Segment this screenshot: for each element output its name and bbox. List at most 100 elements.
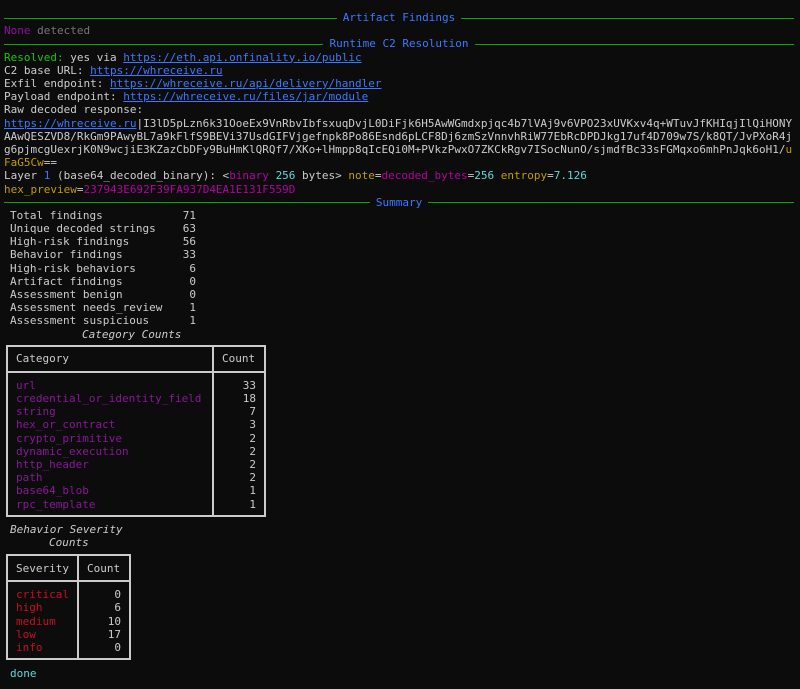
section-title-runtime-c2: Runtime C2 Resolution bbox=[329, 37, 469, 51]
hex-preview-line: hex_preview=237943E692F39FA937D4EA1E131F… bbox=[4, 183, 794, 196]
payload-line: Payload endpoint: https://whreceive.ru/f… bbox=[4, 90, 794, 103]
detected-text: detected bbox=[30, 24, 91, 38]
summary-label: High-risk behaviors bbox=[10, 261, 136, 275]
table-row: rpc_template 1 bbox=[7, 497, 265, 516]
table-row: path 2 bbox=[7, 471, 265, 485]
summary-label: Assessment benign bbox=[10, 288, 123, 301]
c2-base-url-link[interactable]: https://whreceive.ru bbox=[90, 64, 222, 77]
category-name: dynamic_execution bbox=[16, 444, 129, 458]
category-name: base64_blob bbox=[16, 484, 89, 498]
summary-row: Total findings 71 bbox=[4, 209, 794, 222]
category-name: credential_or_identity_field bbox=[16, 391, 202, 405]
column-header-count: Count bbox=[212, 345, 265, 373]
category-count: 18 bbox=[212, 391, 265, 406]
severity-name: low bbox=[16, 627, 36, 641]
summary-row: High-risk behaviors 6 bbox=[4, 262, 794, 275]
done-status: done bbox=[10, 667, 37, 681]
summary-row: Assessment benign 0 bbox=[4, 288, 794, 301]
note-eq: = bbox=[374, 169, 382, 183]
payload-url-link[interactable]: https://whreceive.ru/files/jar/module bbox=[123, 90, 368, 103]
table-row: base64_blob 1 bbox=[7, 484, 265, 498]
layer-bytes-word: bytes> bbox=[295, 169, 349, 183]
summary-value: 0 bbox=[189, 274, 196, 288]
section-rule-artifact-findings: Artifact Findings bbox=[4, 11, 794, 24]
table-row: http_header 2 bbox=[7, 457, 265, 472]
raw-response-url-link[interactable]: https://whreceive.ru bbox=[4, 117, 136, 130]
table-row: high 6 bbox=[7, 601, 130, 615]
c2-base-label: C2 base URL: bbox=[4, 63, 91, 77]
summary-row: Artifact findings 0 bbox=[4, 275, 794, 288]
category-count: 2 bbox=[212, 431, 265, 445]
severity-count: 10 bbox=[76, 614, 130, 628]
raw-response-body: https://whreceive.ru|I3lD5pLzn6k31OoeEx9… bbox=[4, 116, 793, 170]
summary-value: 1 bbox=[189, 301, 196, 315]
table-header-row: Category Count bbox=[7, 345, 265, 373]
note-number: 256 bbox=[474, 169, 495, 183]
resolved-prefix: yes via bbox=[63, 50, 124, 64]
severity-count: 6 bbox=[76, 601, 130, 615]
exfil-url-link[interactable]: https://whreceive.ru/api/delivery/handle… bbox=[110, 77, 382, 90]
column-header-severity: Severity bbox=[7, 555, 78, 583]
category-name: hex_or_contract bbox=[16, 418, 116, 432]
rule-line bbox=[461, 17, 794, 19]
category-name: path bbox=[16, 471, 43, 485]
note-label: note bbox=[348, 169, 375, 183]
category-count: 33 bbox=[212, 371, 265, 392]
exfil-line: Exfil endpoint: https://whreceive.ru/api… bbox=[4, 77, 794, 90]
layer-space bbox=[269, 169, 276, 182]
summary-value: 1 bbox=[189, 314, 196, 328]
category-name: crypto_primitive bbox=[16, 431, 122, 445]
severity-caption-line2: Counts bbox=[49, 536, 89, 549]
table-row: hex_or_contract 3 bbox=[7, 418, 265, 432]
artifact-status-line: None detected bbox=[4, 24, 794, 37]
severity-count: 0 bbox=[76, 581, 130, 602]
summary-label: Assessment suspicious bbox=[10, 314, 150, 328]
category-name: http_header bbox=[16, 457, 89, 471]
section-title-summary: Summary bbox=[375, 195, 423, 209]
layer-desc: (base64_decoded_binary): < bbox=[50, 169, 230, 183]
severity-name: info bbox=[16, 641, 43, 655]
summary-value: 33 bbox=[182, 248, 196, 262]
section-rule-runtime-c2: Runtime C2 Resolution bbox=[4, 37, 795, 51]
category-name: rpc_template bbox=[16, 497, 96, 511]
column-header-category: Category bbox=[7, 345, 213, 373]
summary-value: 0 bbox=[189, 288, 196, 301]
entropy-value: 7.126 bbox=[553, 169, 587, 183]
summary-value: 63 bbox=[182, 222, 196, 236]
resolved-url-link[interactable]: https://eth.api.onfinality.io/public bbox=[123, 51, 361, 64]
none-label: None bbox=[4, 24, 31, 38]
layer-binary: binary bbox=[229, 169, 269, 183]
summary-row: Assessment suspicious 1 bbox=[4, 314, 794, 327]
category-name: string bbox=[16, 405, 56, 419]
payload-label: Payload endpoint: bbox=[4, 90, 124, 104]
rule-line bbox=[428, 202, 795, 204]
summary-value: 6 bbox=[189, 261, 196, 275]
layer-bytes-num: 256 bbox=[275, 169, 296, 183]
table-row: medium 10 bbox=[7, 614, 130, 628]
severity-name: critical bbox=[16, 588, 69, 602]
summary-stats: Total findings 71 Unique decoded strings 6… bbox=[4, 209, 794, 328]
severity-counts-table: Severity Count critical 0 high 6 medium 10 … bbox=[6, 554, 131, 661]
category-count: 2 bbox=[212, 471, 265, 485]
table-row: crypto_primitive 2 bbox=[7, 431, 265, 445]
raw-response-label: Raw decoded response: bbox=[4, 103, 144, 117]
category-count: 1 bbox=[212, 484, 265, 498]
raw-response-end: == bbox=[43, 156, 57, 170]
severity-caption: Behavior Severity Counts bbox=[4, 523, 794, 549]
hex-preview-value: 237943E692F39FA937D4EA1E131F559D bbox=[83, 182, 296, 196]
severity-table-wrap: Severity Count critical 0 high 6 medium 10 … bbox=[4, 554, 794, 661]
summary-label: Behavior findings bbox=[10, 248, 123, 262]
table-row: low 17 bbox=[7, 627, 130, 642]
rule-line bbox=[4, 17, 337, 19]
summary-label: Unique decoded strings bbox=[10, 222, 156, 236]
exfil-label: Exfil endpoint: bbox=[4, 76, 110, 90]
table-row: critical 0 bbox=[7, 581, 130, 602]
rule-line bbox=[4, 202, 370, 204]
summary-row: Behavior findings 33 bbox=[4, 248, 794, 261]
hex-preview-label: hex_preview bbox=[4, 182, 77, 196]
summary-row: High-risk findings 56 bbox=[4, 235, 794, 248]
entropy-label: entropy bbox=[494, 169, 548, 183]
category-table-caption: Category Counts bbox=[82, 327, 182, 341]
summary-row: Assessment needs_review 1 bbox=[4, 301, 794, 314]
category-counts-table: Category Count url 33 credential_or_ident… bbox=[6, 344, 266, 517]
